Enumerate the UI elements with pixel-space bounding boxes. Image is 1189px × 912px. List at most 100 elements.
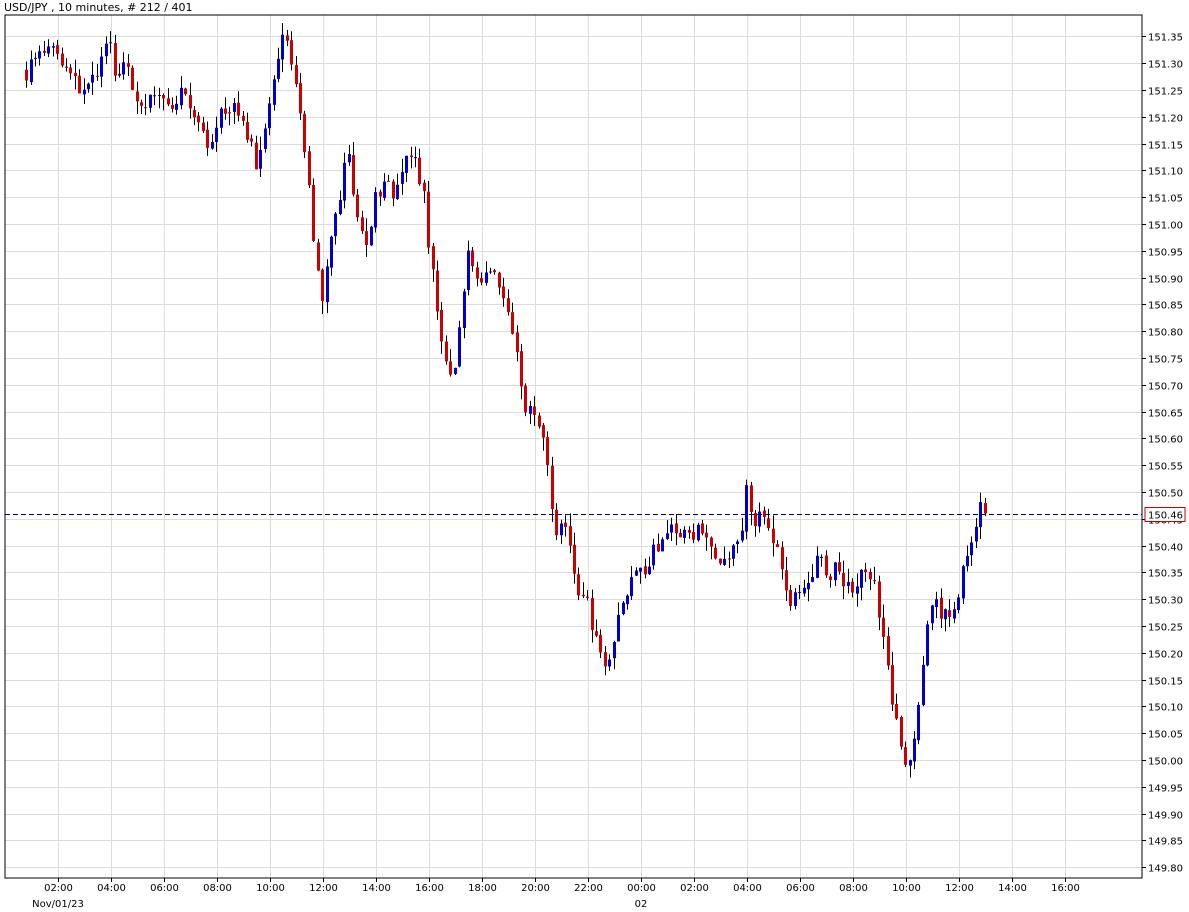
candle-body <box>520 351 523 387</box>
candle-body <box>754 513 757 527</box>
candle-body <box>56 45 59 54</box>
y-tick-label: 150.35 <box>1148 569 1183 580</box>
candle-body <box>348 154 351 163</box>
y-tick-label: 150.00 <box>1148 757 1183 768</box>
candle-body <box>330 236 333 268</box>
candle-body <box>215 127 218 142</box>
candle-body <box>140 102 143 106</box>
candle-body <box>228 112 231 114</box>
candle-body <box>30 59 33 83</box>
candle-body <box>970 542 973 556</box>
y-tick-label: 151.30 <box>1148 60 1183 71</box>
date-label: 02 <box>635 899 648 910</box>
y-tick-label: 150.95 <box>1148 248 1183 259</box>
candle-body <box>193 109 196 118</box>
candle-body <box>259 149 262 169</box>
candle-body <box>454 367 457 374</box>
candle-body <box>807 583 810 590</box>
candle-body <box>493 270 496 273</box>
candle-body <box>255 142 258 170</box>
candle <box>312 178 315 243</box>
candle-body <box>794 592 797 607</box>
candle-body <box>763 510 766 517</box>
candle-body <box>750 485 753 513</box>
candle-body <box>308 151 311 186</box>
candle-body <box>326 266 329 303</box>
candle-body <box>900 716 903 747</box>
candle-body <box>705 532 708 538</box>
candle-body <box>511 312 514 334</box>
candle-body <box>299 82 302 114</box>
y-tick-label: 151.20 <box>1148 114 1183 125</box>
x-tick-label: 12:00 <box>309 883 338 894</box>
candle-body <box>604 652 607 667</box>
candle-body <box>414 157 417 159</box>
candle-body <box>131 67 134 90</box>
y-tick-label: 150.40 <box>1148 543 1183 554</box>
candle-body <box>869 571 872 580</box>
candle-body <box>153 95 156 97</box>
candle-body <box>767 518 770 529</box>
candle-body <box>220 108 223 128</box>
candle-body <box>144 107 147 109</box>
candle-body <box>719 558 722 564</box>
candle-body <box>644 566 647 575</box>
candle-body <box>432 246 435 270</box>
chart-header: USD/JPY , 10 minutes, # 212 / 401 <box>2 1 195 14</box>
candle-body <box>286 35 289 41</box>
candle-body <box>290 40 293 65</box>
candle-body <box>922 664 925 705</box>
candle-body <box>246 121 249 140</box>
x-tick-label: 00:00 <box>627 883 656 894</box>
candle-body <box>697 524 700 541</box>
candle-body <box>317 242 320 271</box>
candle <box>697 522 700 542</box>
candle-body <box>741 530 744 541</box>
candle <box>917 701 920 745</box>
y-tick-label: 151.00 <box>1148 221 1183 232</box>
candle-body <box>555 509 558 536</box>
candle-body <box>931 605 934 624</box>
candle-body <box>61 53 64 66</box>
candle-body <box>895 704 898 719</box>
candle-body <box>675 523 678 534</box>
x-tick-label: 18:00 <box>468 883 497 894</box>
candle-body <box>162 94 165 99</box>
candle-body <box>635 570 638 576</box>
y-tick-label: 151.15 <box>1148 141 1183 152</box>
candle-body <box>692 531 695 540</box>
candle-body <box>91 74 94 83</box>
candle-body <box>303 113 306 153</box>
candle-body <box>175 103 178 110</box>
candle-body <box>502 286 505 299</box>
candle-body <box>661 539 664 552</box>
candle-body <box>87 83 90 90</box>
candle-body <box>463 291 466 328</box>
candle-body <box>781 547 784 570</box>
candle-body <box>622 602 625 614</box>
candle-body <box>277 58 280 79</box>
candle-body <box>295 65 298 85</box>
candle-body <box>573 544 576 574</box>
candle-body <box>847 582 850 586</box>
candle-body <box>264 128 267 149</box>
y-tick-label: 149.80 <box>1148 864 1183 875</box>
candle-body <box>405 155 408 173</box>
date-label: Nov/01/23 <box>32 899 84 910</box>
candle-body <box>639 567 642 572</box>
candle-body <box>312 185 315 241</box>
candle-body <box>864 569 867 573</box>
candle-body <box>387 180 390 182</box>
candle-body <box>122 62 125 75</box>
y-tick-label: 150.60 <box>1148 435 1183 446</box>
y-tick-label: 150.70 <box>1148 382 1183 393</box>
candle-body <box>860 569 863 588</box>
candle-body <box>591 598 594 631</box>
x-tick-label: 04:00 <box>733 883 762 894</box>
x-tick-label: 20:00 <box>521 883 550 894</box>
y-tick-label: 149.85 <box>1148 837 1183 848</box>
candle-body <box>732 545 735 559</box>
candle-body <box>268 103 271 129</box>
y-tick-label: 150.85 <box>1148 301 1183 312</box>
candle-body <box>489 271 492 273</box>
